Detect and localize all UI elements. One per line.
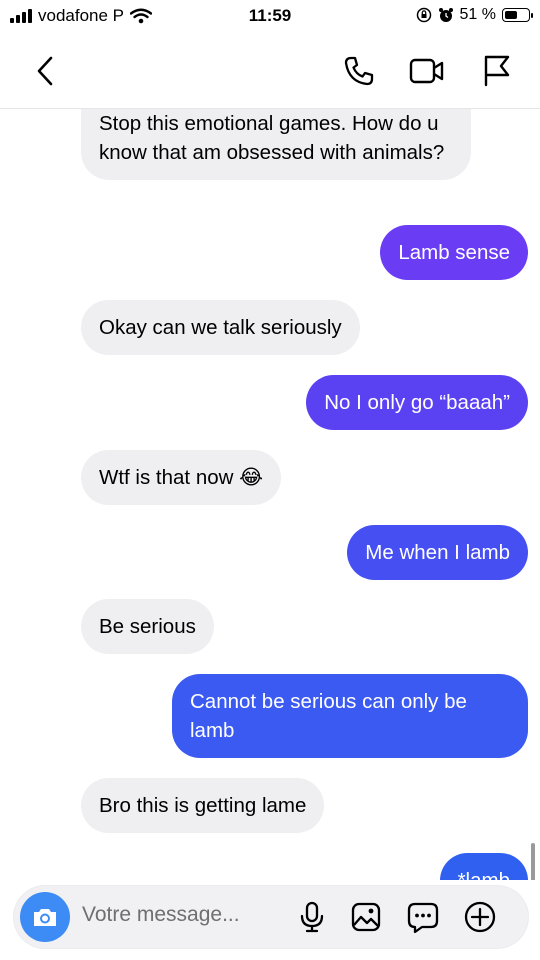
plus-icon (464, 901, 496, 933)
message-text: No I only go “baaah” (324, 391, 510, 414)
add-button[interactable] (462, 899, 498, 935)
flag-icon (484, 55, 510, 87)
battery-icon (502, 8, 533, 22)
report-button[interactable] (476, 50, 518, 92)
call-button[interactable] (338, 50, 380, 92)
message-text: Be serious (99, 615, 196, 638)
chat-header (0, 34, 540, 109)
sticker-button[interactable] (405, 899, 441, 935)
message-incoming[interactable]: Stop this emotional games. How do u know… (81, 108, 471, 180)
message-outgoing[interactable]: Me when I lamb (347, 525, 528, 580)
alarm-icon (438, 8, 453, 22)
message-composer[interactable]: Votre message... (14, 886, 528, 948)
message-outgoing[interactable]: No I only go “baaah” (306, 375, 528, 430)
message-incoming[interactable]: Bro this is getting lame (81, 778, 325, 833)
microphone-button[interactable] (294, 899, 330, 935)
gallery-button[interactable] (348, 899, 384, 935)
message-outgoing[interactable]: Lamb sense (380, 225, 528, 280)
message-text: Me when I lamb (365, 541, 510, 564)
camera-button[interactable] (20, 892, 70, 942)
message-incoming[interactable]: Be serious (81, 599, 214, 654)
message-incoming[interactable]: Wtf is that now 😂 (81, 450, 282, 505)
scrollbar[interactable] (531, 843, 535, 880)
sticker-icon (407, 902, 439, 933)
status-right: 51 % (416, 6, 533, 24)
video-icon (409, 58, 444, 84)
phone-icon (344, 56, 374, 86)
microphone-icon (300, 901, 324, 933)
message-incoming[interactable]: Okay can we talk seriously (81, 300, 360, 355)
video-call-button[interactable] (406, 50, 448, 92)
message-input[interactable]: Votre message... (82, 903, 240, 927)
message-text: Okay can we talk seriously (99, 316, 342, 339)
status-bar: vodafone P 11:59 51 % (0, 0, 540, 34)
back-icon (37, 56, 53, 86)
message-list[interactable]: Stop this emotional games. How do u know… (0, 108, 540, 880)
message-text: Stop this emotional games. How do u know… (99, 112, 445, 164)
message-text: Lamb sense (398, 241, 510, 264)
camera-icon (34, 909, 56, 926)
battery-percent: 51 % (459, 6, 496, 23)
message-text: *lamb (458, 869, 510, 880)
back-button[interactable] (24, 50, 66, 92)
message-text: Bro this is getting lame (99, 794, 307, 817)
message-outgoing[interactable]: Cannot be serious can only be lamb (172, 674, 528, 758)
message-text: Wtf is that now 😂 (99, 466, 264, 489)
gallery-icon (351, 902, 381, 932)
message-outgoing[interactable]: *lamb (439, 853, 528, 880)
message-text: Cannot be serious can only be lamb (190, 690, 467, 742)
orientation-lock-icon (416, 7, 431, 23)
